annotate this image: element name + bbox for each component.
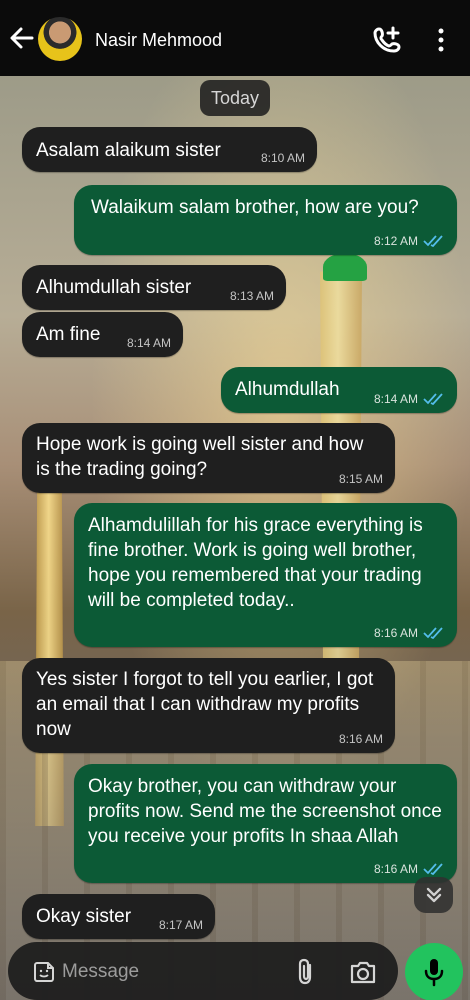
message-bubble-outgoing[interactable]: Alhamdulillah for his grace everything i… [74,503,457,647]
microphone-icon [424,959,444,987]
message-time: 8:15 AM [338,472,383,486]
message-text: Yes sister I forgot to tell you earlier,… [36,669,374,740]
contact-avatar[interactable] [38,17,82,61]
message-time: 8:16 AM [373,862,418,876]
message-time: 8:14 AM [373,392,418,406]
message-time: 8:13 AM [229,289,274,303]
message-time: 8:17 AM [158,918,203,932]
message-text: Walaikum salam brother, how are you? [91,197,419,218]
message-time: 8:10 AM [260,151,305,165]
double-chevron-down-icon [426,887,441,903]
message-bubble-incoming[interactable]: Yes sister I forgot to tell you earlier,… [22,658,395,753]
chat-background[interactable]: Today Asalam alaikum sister 8:10 AM Wala… [0,76,470,1000]
more-options-icon[interactable] [432,27,450,53]
message-bubble-outgoing[interactable]: Alhumdullah 8:14 AM [221,367,457,413]
read-ticks-icon [423,627,443,639]
message-input[interactable] [62,959,282,985]
message-bubble-incoming[interactable]: Asalam alaikum sister 8:10 AM [22,127,317,172]
read-ticks-icon [423,863,443,875]
read-ticks-icon [423,235,443,247]
message-time: 8:12 AM [373,234,418,248]
message-status: 8:14 AM [374,393,444,405]
paperclip-icon[interactable] [294,958,318,986]
read-ticks-icon [423,393,443,405]
message-status: 8:16 AM [374,863,444,875]
message-bubble-incoming[interactable]: Am fine 8:14 AM [22,312,183,357]
scroll-to-bottom-button[interactable] [414,877,453,913]
background-minaret-dome [323,253,367,281]
message-time: 8:16 AM [338,732,383,746]
contact-name[interactable]: Nasir Mehmood [95,30,222,51]
date-chip: Today [200,80,270,116]
message-composer[interactable] [8,942,398,1000]
message-bubble-outgoing[interactable]: Okay brother, you can withdraw your prof… [74,764,457,883]
message-text: Okay brother, you can withdraw your prof… [88,776,442,847]
message-bubble-incoming[interactable]: Alhumdullah sister 8:13 AM [22,265,286,310]
message-text: Hope work is going well sister and how i… [36,434,364,480]
emoji-sticker-icon[interactable] [32,960,56,984]
microphone-button[interactable] [405,943,463,1000]
message-status: 8:16 AM [374,627,444,639]
add-call-icon[interactable] [372,26,402,54]
chat-header: Nasir Mehmood [0,0,470,76]
message-time: 8:16 AM [373,626,418,640]
message-time: 8:14 AM [126,336,171,350]
message-bubble-outgoing[interactable]: Walaikum salam brother, how are you? 8:1… [74,185,457,255]
back-arrow-icon[interactable] [8,24,36,52]
message-bubble-incoming[interactable]: Hope work is going well sister and how i… [22,423,395,493]
camera-icon[interactable] [348,958,378,986]
message-status: 8:12 AM [374,235,444,247]
message-text: Alhamdulillah for his grace everything i… [88,515,423,611]
message-bubble-incoming[interactable]: Okay sister 8:17 AM [22,894,215,939]
